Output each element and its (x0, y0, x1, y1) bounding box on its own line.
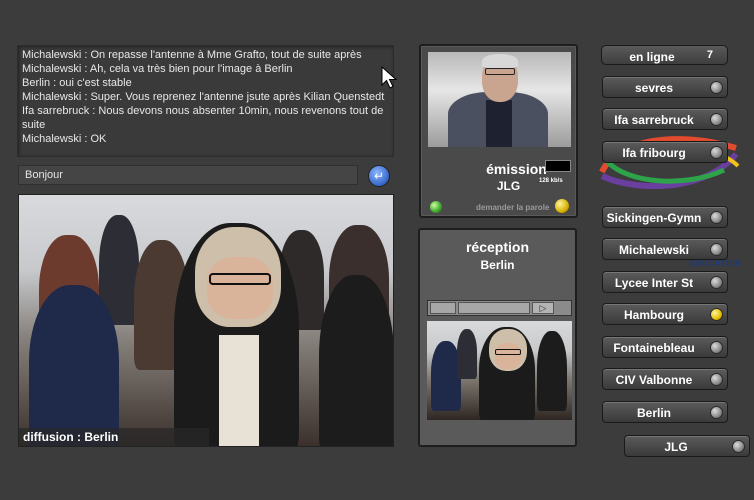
chat-input[interactable] (18, 165, 358, 185)
site-button-ifa-sarrebruck[interactable]: Ifa sarrebruck (602, 108, 728, 130)
site-button-sickingen-gymn[interactable]: Sickingen-Gymn (602, 206, 728, 228)
chat-message: Berlin : oui c'est stable (22, 77, 132, 89)
status-led-icon (430, 201, 442, 213)
playback-controls: ▷ (427, 300, 572, 316)
education-watermark: EDUCATION (690, 259, 742, 268)
mouse-cursor-icon (381, 66, 398, 89)
broadcast-caption: diffusion : Berlin (19, 428, 209, 446)
local-video-feed (428, 52, 571, 147)
bitrate-label: 128 kb/s (539, 178, 563, 184)
site-button-fontainebleau[interactable]: Fontainebleau (602, 336, 728, 358)
site-button-ifa-fribourg[interactable]: Ifa fribourg (602, 141, 728, 163)
main-video-feed: diffusion : Berlin (18, 194, 394, 447)
status-led-icon (732, 440, 745, 453)
status-led-icon (710, 406, 723, 419)
status-led-icon (710, 211, 723, 224)
reception-title: réception (465, 239, 529, 255)
seek-bar[interactable] (458, 302, 530, 314)
chat-message: Ifa sarrebruck : Nous devons nous absent… (22, 105, 384, 131)
status-led-icon (710, 81, 723, 94)
request-speak-label: demander la parole (476, 203, 550, 212)
site-button-hambourg[interactable]: Hambourg (602, 303, 728, 325)
site-button-jlg[interactable]: JLG (624, 435, 750, 457)
volume-slider[interactable] (430, 302, 456, 314)
audio-level-meter (545, 160, 571, 172)
reception-panel: réception Berlin ▷ (418, 228, 577, 447)
status-led-icon (710, 373, 723, 386)
status-led-icon (710, 341, 723, 354)
chat-message: Michalewski : Ah, cela va très bien pour… (22, 63, 293, 75)
status-led-icon (710, 243, 723, 256)
site-button-civ-valbonne[interactable]: CIV Valbonne (602, 368, 728, 390)
chat-log: Michalewski : On repasse l'antenne à Mme… (17, 45, 394, 157)
request-speak-button[interactable] (555, 199, 569, 213)
online-count: 7 (706, 49, 713, 61)
chat-message: Michalewski : On repasse l'antenne à Mme… (22, 49, 362, 61)
chat-message: Michalewski : OK (22, 133, 107, 145)
status-led-icon (710, 276, 723, 289)
enter-icon: ↵ (373, 169, 385, 183)
site-button-michalewski[interactable]: Michalewski (602, 238, 728, 260)
online-header: en ligne 7 (601, 45, 728, 65)
reception-video-feed (427, 321, 572, 420)
send-button[interactable]: ↵ (368, 165, 390, 187)
reception-name: Berlin (480, 258, 515, 272)
status-led-icon (710, 113, 723, 126)
chat-message: Michalewski : Super. Vous reprenez l'ant… (22, 91, 385, 103)
emission-panel: émission JLG 128 kb/s demander la parole (419, 44, 578, 218)
status-led-icon (710, 308, 723, 321)
play-icon[interactable]: ▷ (532, 302, 554, 314)
status-led-icon (710, 146, 723, 159)
online-label: en ligne (629, 50, 675, 64)
site-button-sevres[interactable]: sevres (602, 76, 728, 98)
site-button-lycee-inter-st[interactable]: Lycee Inter St (602, 271, 728, 293)
site-button-berlin[interactable]: Berlin (602, 401, 728, 423)
